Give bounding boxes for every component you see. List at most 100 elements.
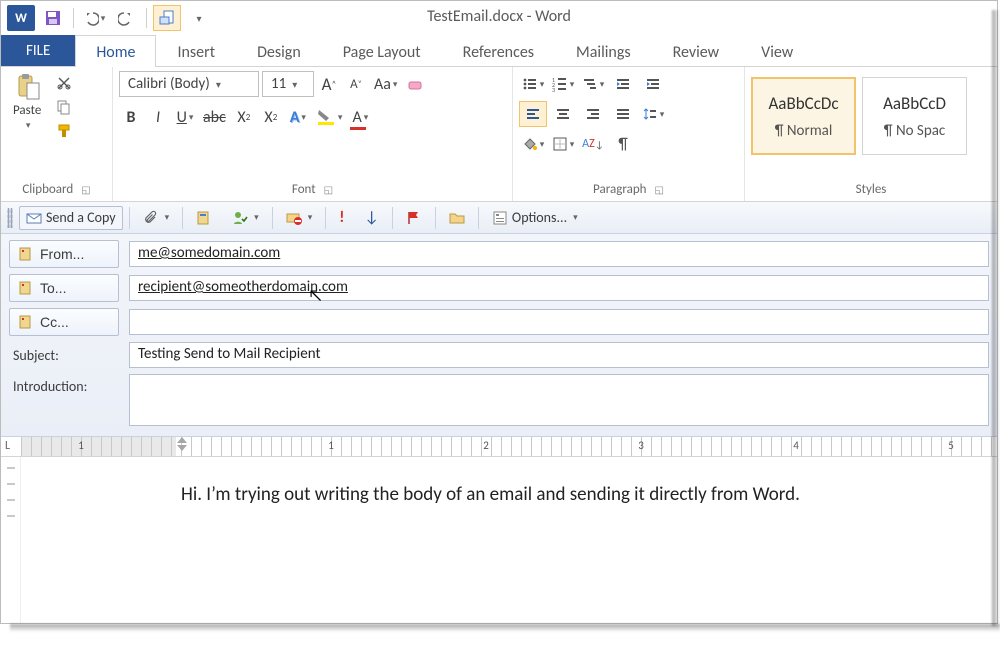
address-book-button[interactable]: [189, 206, 219, 230]
strikethrough-button[interactable]: abc: [200, 105, 229, 129]
clear-formatting-button[interactable]: [403, 72, 427, 96]
word-app-icon: W: [7, 5, 35, 31]
justify-button[interactable]: [609, 101, 637, 127]
change-case-button[interactable]: Aa▾: [371, 72, 400, 96]
group-label-paragraph: Paragraph: [593, 182, 646, 197]
style-normal[interactable]: AaBbCcDc ¶ Normal: [751, 77, 856, 155]
to-button[interactable]: To...: [9, 274, 119, 302]
indent-marker[interactable]: [177, 437, 187, 453]
align-center-button[interactable]: [549, 101, 577, 127]
document-page[interactable]: Hi. I’m trying out writing the body of a…: [21, 457, 997, 623]
exclamation-icon: !: [339, 208, 344, 227]
tab-page-layout[interactable]: Page Layout: [322, 35, 442, 66]
tab-home[interactable]: Home: [75, 35, 156, 67]
options-button[interactable]: Options...▾: [485, 206, 585, 230]
attach-button[interactable]: ▾: [136, 206, 177, 230]
tab-review[interactable]: Review: [652, 35, 741, 66]
ruler-number: 2: [483, 439, 489, 452]
scissors-icon: [56, 75, 72, 91]
chevron-down-icon: ▾: [338, 112, 343, 123]
from-button[interactable]: From...: [9, 240, 119, 268]
redo-icon: [118, 10, 134, 26]
address-book-icon: [18, 280, 34, 296]
bullets-button[interactable]: ▾: [519, 71, 547, 97]
cut-button[interactable]: [53, 73, 75, 93]
qat-undo-button[interactable]: ▾: [80, 5, 108, 31]
address-book-icon: [18, 314, 34, 330]
email-header-fields: From... me@somedomain.com To... recipien…: [1, 234, 997, 437]
shading-button[interactable]: ▾: [519, 131, 547, 157]
bold-button[interactable]: B: [119, 105, 143, 129]
dialog-launcher-icon[interactable]: ◱: [81, 183, 90, 196]
font-name-combo[interactable]: Calibri (Body) ▾: [119, 71, 259, 97]
highlight-button[interactable]: ▾: [313, 105, 346, 129]
style-sample: AaBbCcD: [883, 93, 946, 114]
sort-button[interactable]: AZ↓: [579, 131, 607, 157]
toolbar-grip[interactable]: [7, 208, 13, 228]
align-right-button[interactable]: [579, 101, 607, 127]
qat-redo-button[interactable]: [112, 5, 140, 31]
send-a-copy-button[interactable]: Send a Copy: [19, 206, 123, 230]
superscript-button[interactable]: X2: [259, 105, 283, 129]
style-no-spacing[interactable]: AaBbCcD ¶ No Spac: [862, 77, 967, 155]
font-size-combo[interactable]: 11 ▾: [262, 71, 314, 97]
tab-design[interactable]: Design: [236, 35, 322, 66]
shrink-font-button[interactable]: A˅: [344, 72, 368, 96]
format-painter-button[interactable]: [53, 121, 75, 141]
create-rule-button[interactable]: [442, 206, 472, 230]
tab-view[interactable]: View: [740, 35, 814, 66]
dialog-launcher-icon[interactable]: ◱: [324, 183, 333, 196]
paint-bucket-icon: [522, 136, 538, 152]
font-color-button[interactable]: A▾: [348, 105, 372, 129]
qat-save-button[interactable]: [39, 5, 67, 31]
from-input[interactable]: me@somedomain.com: [129, 241, 989, 267]
placeholder: [669, 71, 697, 97]
cc-input[interactable]: [129, 309, 989, 335]
high-importance-button[interactable]: !: [332, 206, 351, 230]
cc-button[interactable]: Cc...: [9, 308, 119, 336]
line-spacing-button[interactable]: ▾: [639, 101, 667, 127]
svg-text:3: 3: [552, 86, 555, 92]
copy-button[interactable]: [53, 97, 75, 117]
dialog-launcher-icon[interactable]: ◱: [654, 183, 663, 196]
tab-file[interactable]: FILE: [1, 35, 75, 66]
permission-button[interactable]: ▾: [279, 206, 320, 230]
low-importance-button[interactable]: ↓: [357, 206, 385, 230]
chevron-down-icon: ▾: [573, 212, 578, 223]
subject-input[interactable]: Testing Send to Mail Recipient: [129, 342, 989, 368]
tab-references[interactable]: References: [442, 35, 555, 66]
tab-insert[interactable]: Insert: [156, 35, 236, 66]
paste-button[interactable]: Paste ▾: [7, 71, 47, 133]
chevron-down-icon: ▾: [393, 79, 398, 90]
italic-button[interactable]: I: [146, 105, 170, 129]
increase-indent-button[interactable]: [639, 71, 667, 97]
introduction-input[interactable]: [129, 374, 989, 426]
tab-selector[interactable]: L: [5, 439, 10, 453]
toolbar-separator: [272, 207, 273, 229]
toolbar-separator: [478, 207, 479, 229]
follow-up-flag-button[interactable]: [399, 206, 429, 230]
tab-mailings[interactable]: Mailings: [555, 35, 652, 66]
vertical-ruler[interactable]: [1, 457, 21, 623]
subscript-button[interactable]: X2: [232, 105, 256, 129]
multilevel-list-button[interactable]: ▾: [579, 71, 607, 97]
decrease-indent-button[interactable]: [609, 71, 637, 97]
numbering-button[interactable]: 123▾: [549, 71, 577, 97]
chevron-down-icon: ▾: [364, 112, 369, 123]
number-list-icon: 123: [552, 76, 568, 92]
show-marks-button[interactable]: ¶: [609, 131, 637, 157]
text-effects-button[interactable]: A▾: [286, 105, 310, 129]
chevron-down-icon: ▾: [165, 212, 170, 223]
qat-customize-button[interactable]: ▾: [185, 5, 213, 31]
options-icon: [492, 210, 508, 226]
borders-button[interactable]: ▾: [549, 131, 577, 157]
align-left-button[interactable]: [519, 101, 547, 127]
grow-font-button[interactable]: A˄: [317, 72, 341, 96]
to-input[interactable]: recipient@someotherdomain.com: [129, 275, 989, 301]
underline-button[interactable]: U▾: [173, 105, 197, 129]
horizontal-ruler[interactable]: L 1 1 2 3 4 5: [1, 437, 997, 457]
check-names-button[interactable]: ▾: [225, 206, 266, 230]
multilevel-list-icon: [582, 76, 598, 92]
eraser-icon: [407, 76, 423, 92]
qat-send-mail-button[interactable]: [153, 5, 181, 31]
